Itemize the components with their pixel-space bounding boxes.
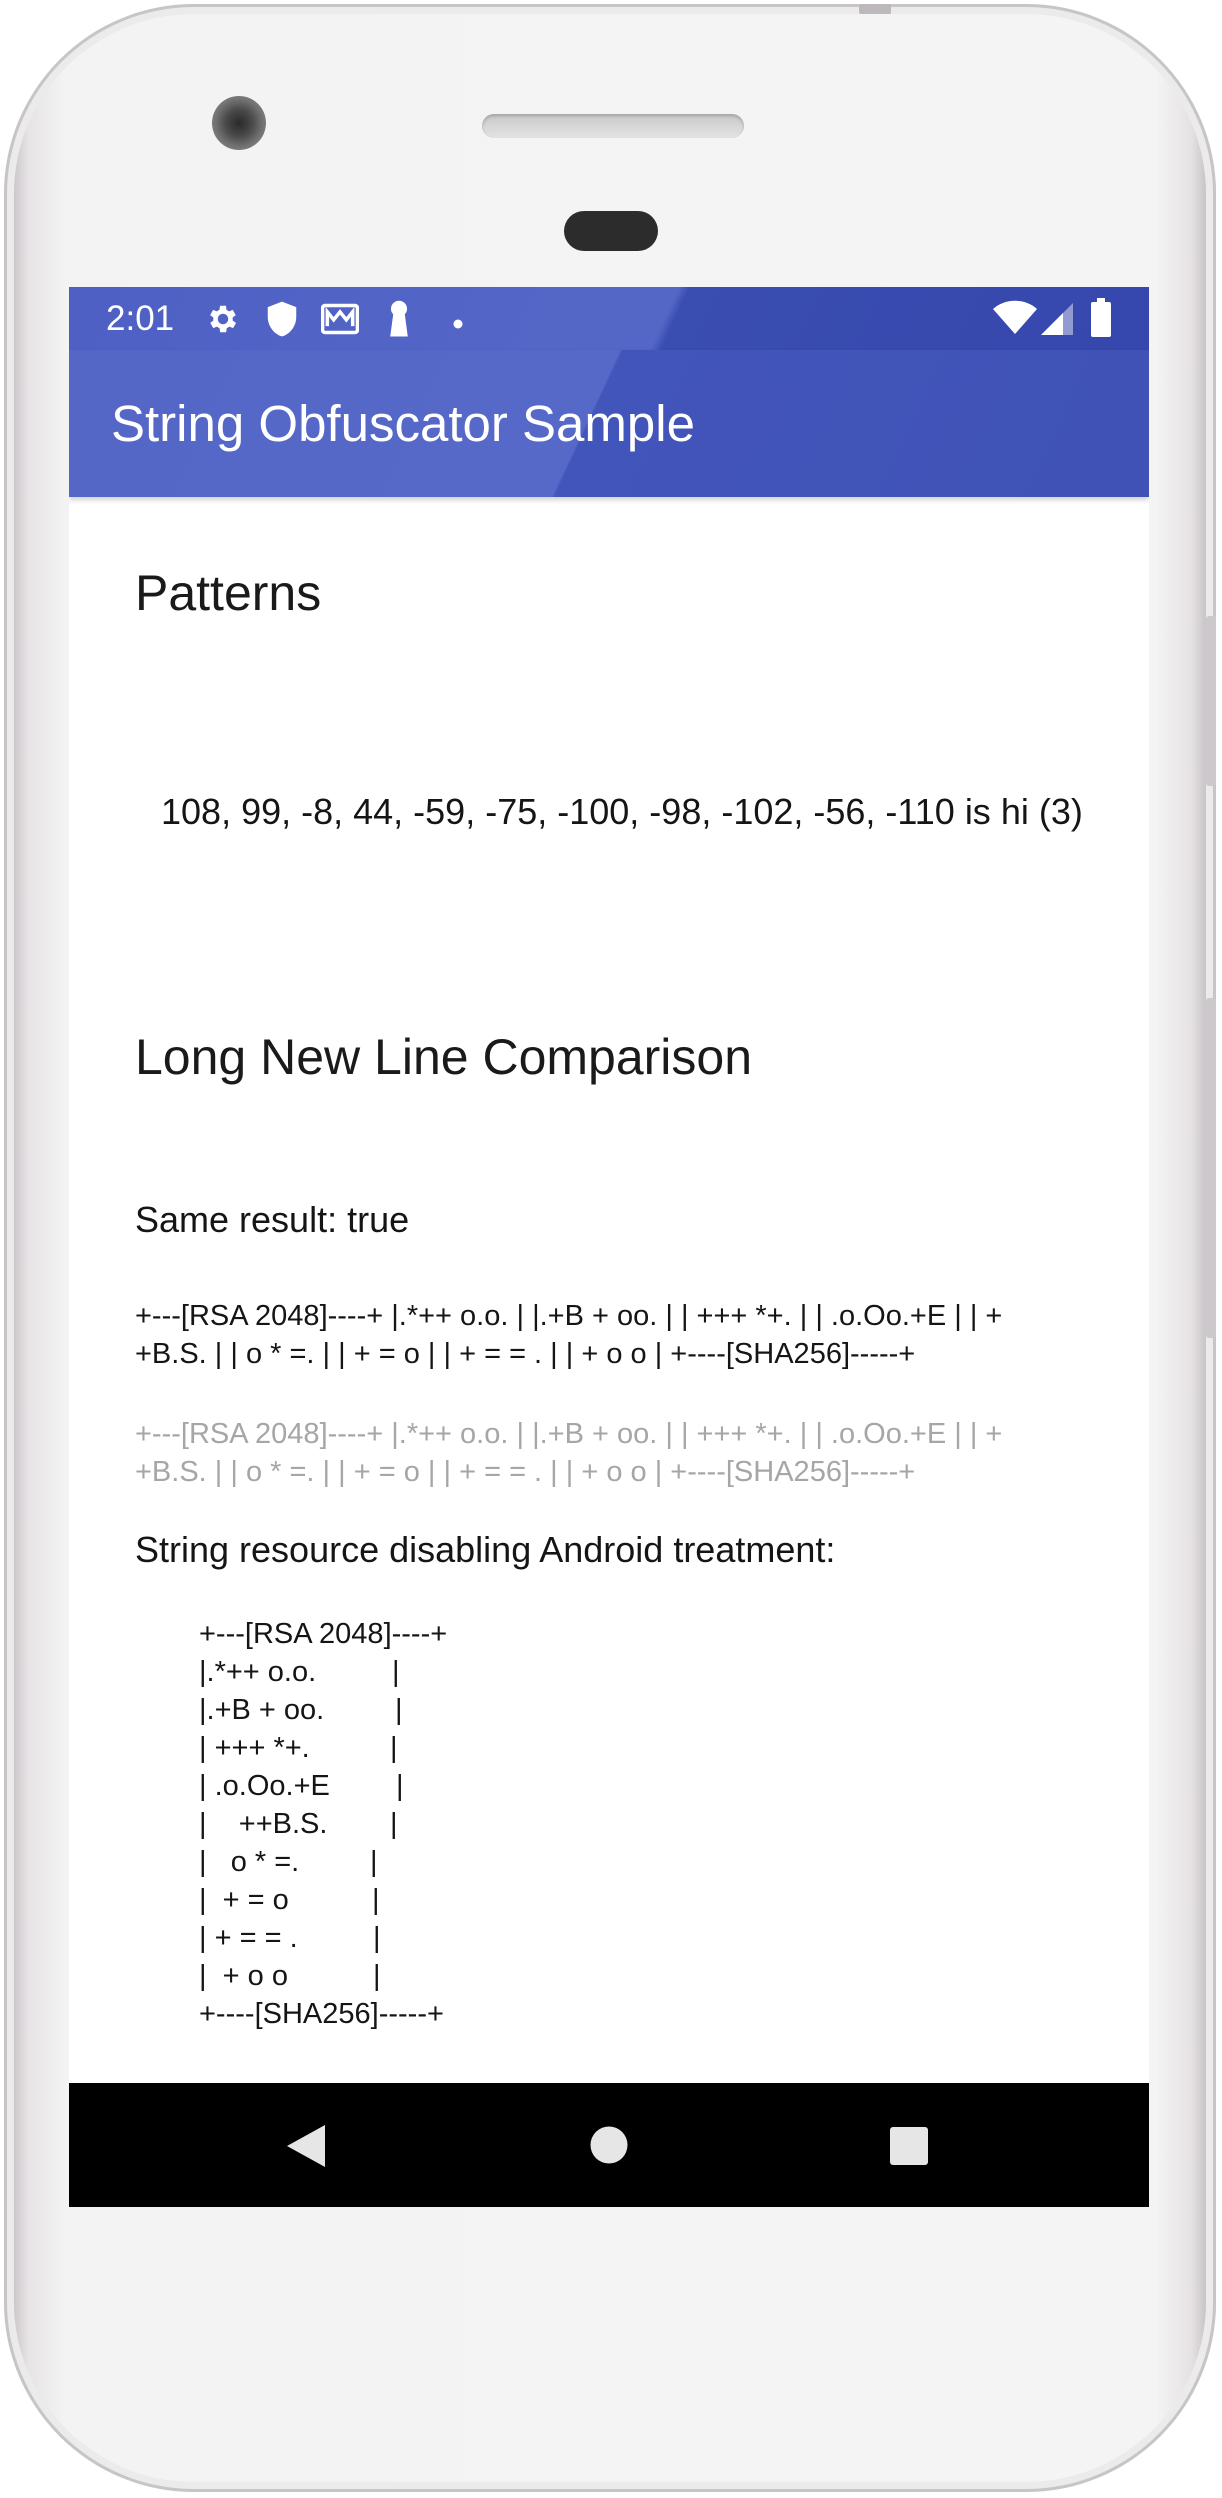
app-title: String Obfuscator Sample <box>111 395 695 452</box>
ascii-art-line: +----[SHA256]-----+ <box>199 1998 444 2030</box>
phone-top-button <box>859 4 891 14</box>
mail-icon <box>320 302 360 340</box>
patterns-heading: Patterns <box>135 565 322 621</box>
ascii-art-line: | ++B.S. | <box>199 1805 447 1843</box>
resource-label: String resource disabling Android treatm… <box>135 1529 836 1570</box>
ascii-art-right-bar: | <box>395 1694 403 1726</box>
app-bar: String Obfuscator Sample <box>69 350 1149 497</box>
ascii-art-block: +---[RSA 2048]----+ |.*++ o.o. | |.+B + o… <box>199 1615 447 2033</box>
wifi-icon <box>992 300 1038 340</box>
ascii-art-line: | +++ *+. | <box>199 1729 447 1767</box>
back-triangle-icon[interactable] <box>285 2123 327 2173</box>
phone-power-button <box>1206 616 1216 786</box>
recents-square-icon[interactable] <box>889 2126 929 2170</box>
ascii-line-1a: +---[RSA 2048]----+ |.*++ o.o. | |.+B + … <box>135 1300 1003 1332</box>
battery-icon <box>1090 298 1112 342</box>
ascii-art-text: | + o o <box>199 1960 288 1992</box>
keyhole-icon <box>387 300 411 342</box>
phone-frame: 2:01 String Obfuscator Sample Patterns 1… <box>4 4 1216 2492</box>
front-camera <box>212 96 266 150</box>
ascii-art-text: | .o.Oo.+E <box>199 1770 330 1802</box>
patterns-text: 108, 99, -8, 44, -59, -75, -100, -98, -1… <box>161 791 1083 832</box>
ascii-art-right-bar: | <box>372 1884 380 1916</box>
ascii-art-text: |.+B + oo. <box>199 1694 325 1726</box>
shield-icon <box>266 300 298 342</box>
ascii-line-2b: +B.S. | | o * =. | | + = o | | + = = . |… <box>135 1456 916 1488</box>
ascii-art-text: | + = = . <box>199 1922 298 1954</box>
ascii-art-line: +---[RSA 2048]----+ <box>199 1618 448 1650</box>
dot-icon <box>453 314 463 333</box>
gear-icon <box>205 301 241 341</box>
ascii-art-line: | o * =. | <box>199 1843 447 1881</box>
ascii-art-right-bar: | <box>392 1656 400 1688</box>
ascii-art-line: |.+B + oo. | <box>199 1691 447 1729</box>
phone-volume-button <box>1206 998 1216 1338</box>
signal-icon <box>1039 301 1075 341</box>
ascii-art-text: | ++B.S. <box>199 1808 328 1840</box>
home-circle-icon[interactable] <box>589 2125 629 2169</box>
nav-bar <box>69 2083 1149 2207</box>
ascii-art-text: | o * =. <box>199 1846 300 1878</box>
proximity-sensor <box>564 211 658 251</box>
ascii-art-right-bar: | <box>370 1846 378 1878</box>
status-time: 2:01 <box>106 299 175 338</box>
ascii-line-1b: +B.S. | | o * =. | | + = o | | + = = . |… <box>135 1338 916 1370</box>
comparison-heading: Long New Line Comparison <box>135 1029 753 1085</box>
ascii-art-text: | + = o <box>199 1884 289 1916</box>
status-bar: 2:01 <box>69 287 1149 350</box>
ascii-art-right-bar: | <box>396 1770 404 1802</box>
ascii-art-line: |.*++ o.o. | <box>199 1653 447 1691</box>
ascii-art-right-bar: | <box>390 1732 398 1764</box>
screen: 2:01 String Obfuscator Sample Patterns 1… <box>69 287 1149 2207</box>
ascii-art-right-bar: | <box>373 1960 381 1992</box>
ascii-art-right-bar: | <box>373 1922 381 1954</box>
ascii-art-text: | +++ *+. <box>199 1732 310 1764</box>
ascii-art-line: | + = o | <box>199 1881 447 1919</box>
earpiece-speaker <box>482 114 744 138</box>
ascii-line-2a: +---[RSA 2048]----+ |.*++ o.o. | |.+B + … <box>135 1418 1003 1450</box>
ascii-art-line: | + = = . | <box>199 1919 447 1957</box>
ascii-art-line: | + o o | <box>199 1957 447 1995</box>
same-result-text: Same result: true <box>135 1199 410 1240</box>
ascii-art-text: |.*++ o.o. <box>199 1656 317 1688</box>
main-content: Patterns 108, 99, -8, 44, -59, -75, -100… <box>69 497 1149 2083</box>
ascii-art-right-bar: | <box>390 1808 398 1840</box>
ascii-art-line: | .o.Oo.+E | <box>199 1767 447 1805</box>
